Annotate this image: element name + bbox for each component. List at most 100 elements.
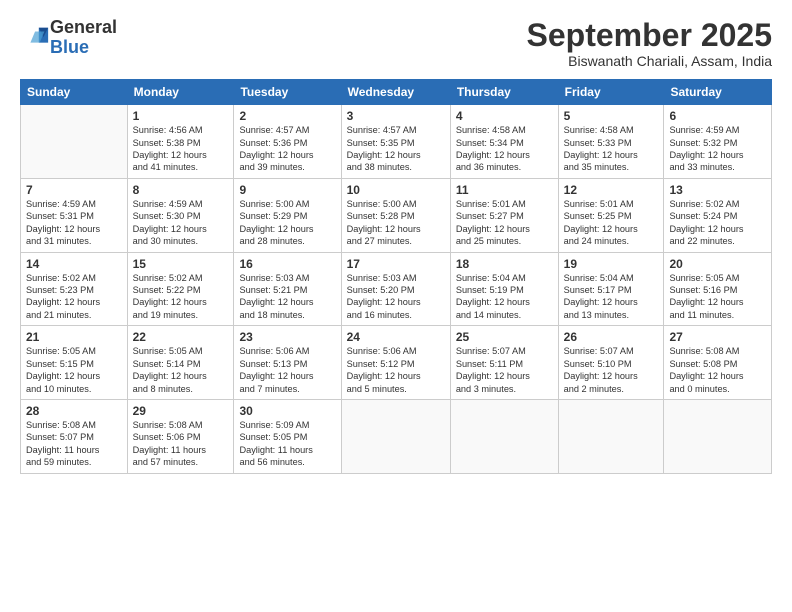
- day-number: 21: [26, 330, 122, 344]
- day-info: Sunrise: 4:57 AM Sunset: 5:36 PM Dayligh…: [239, 124, 335, 174]
- day-info: Sunrise: 4:59 AM Sunset: 5:31 PM Dayligh…: [26, 198, 122, 248]
- calendar-header-row: SundayMondayTuesdayWednesdayThursdayFrid…: [21, 80, 772, 105]
- day-info: Sunrise: 5:04 AM Sunset: 5:19 PM Dayligh…: [456, 272, 553, 322]
- calendar-week-3: 14Sunrise: 5:02 AM Sunset: 5:23 PM Dayli…: [21, 252, 772, 326]
- day-number: 29: [133, 404, 229, 418]
- logo: General Blue: [20, 18, 117, 58]
- calendar-cell: 5Sunrise: 4:58 AM Sunset: 5:33 PM Daylig…: [558, 105, 664, 179]
- calendar-cell: 8Sunrise: 4:59 AM Sunset: 5:30 PM Daylig…: [127, 178, 234, 252]
- month-title: September 2025: [527, 18, 772, 53]
- day-info: Sunrise: 4:58 AM Sunset: 5:34 PM Dayligh…: [456, 124, 553, 174]
- calendar-cell: 24Sunrise: 5:06 AM Sunset: 5:12 PM Dayli…: [341, 326, 450, 400]
- calendar-cell: 9Sunrise: 5:00 AM Sunset: 5:29 PM Daylig…: [234, 178, 341, 252]
- day-number: 19: [564, 257, 659, 271]
- day-info: Sunrise: 5:06 AM Sunset: 5:13 PM Dayligh…: [239, 345, 335, 395]
- calendar-cell: [341, 399, 450, 473]
- day-number: 25: [456, 330, 553, 344]
- calendar-cell: 14Sunrise: 5:02 AM Sunset: 5:23 PM Dayli…: [21, 252, 128, 326]
- calendar-cell: 1Sunrise: 4:56 AM Sunset: 5:38 PM Daylig…: [127, 105, 234, 179]
- calendar-cell: 6Sunrise: 4:59 AM Sunset: 5:32 PM Daylig…: [664, 105, 772, 179]
- header: General Blue September 2025 Biswanath Ch…: [20, 18, 772, 69]
- logo-text: General Blue: [50, 18, 117, 58]
- day-number: 13: [669, 183, 766, 197]
- day-number: 12: [564, 183, 659, 197]
- day-info: Sunrise: 5:08 AM Sunset: 5:08 PM Dayligh…: [669, 345, 766, 395]
- day-number: 1: [133, 109, 229, 123]
- day-info: Sunrise: 5:07 AM Sunset: 5:10 PM Dayligh…: [564, 345, 659, 395]
- day-info: Sunrise: 5:05 AM Sunset: 5:15 PM Dayligh…: [26, 345, 122, 395]
- calendar-cell: 10Sunrise: 5:00 AM Sunset: 5:28 PM Dayli…: [341, 178, 450, 252]
- day-info: Sunrise: 5:01 AM Sunset: 5:27 PM Dayligh…: [456, 198, 553, 248]
- day-info: Sunrise: 5:05 AM Sunset: 5:16 PM Dayligh…: [669, 272, 766, 322]
- day-info: Sunrise: 5:08 AM Sunset: 5:06 PM Dayligh…: [133, 419, 229, 469]
- calendar-cell: 2Sunrise: 4:57 AM Sunset: 5:36 PM Daylig…: [234, 105, 341, 179]
- calendar-week-4: 21Sunrise: 5:05 AM Sunset: 5:15 PM Dayli…: [21, 326, 772, 400]
- calendar-cell: 30Sunrise: 5:09 AM Sunset: 5:05 PM Dayli…: [234, 399, 341, 473]
- day-info: Sunrise: 5:02 AM Sunset: 5:23 PM Dayligh…: [26, 272, 122, 322]
- day-number: 15: [133, 257, 229, 271]
- calendar-cell: 7Sunrise: 4:59 AM Sunset: 5:31 PM Daylig…: [21, 178, 128, 252]
- calendar-cell: 27Sunrise: 5:08 AM Sunset: 5:08 PM Dayli…: [664, 326, 772, 400]
- day-header-sunday: Sunday: [21, 80, 128, 105]
- day-info: Sunrise: 4:58 AM Sunset: 5:33 PM Dayligh…: [564, 124, 659, 174]
- day-number: 3: [347, 109, 445, 123]
- day-number: 5: [564, 109, 659, 123]
- day-number: 8: [133, 183, 229, 197]
- day-number: 18: [456, 257, 553, 271]
- calendar-cell: 25Sunrise: 5:07 AM Sunset: 5:11 PM Dayli…: [450, 326, 558, 400]
- day-number: 26: [564, 330, 659, 344]
- day-info: Sunrise: 4:57 AM Sunset: 5:35 PM Dayligh…: [347, 124, 445, 174]
- day-header-monday: Monday: [127, 80, 234, 105]
- day-number: 2: [239, 109, 335, 123]
- day-info: Sunrise: 5:06 AM Sunset: 5:12 PM Dayligh…: [347, 345, 445, 395]
- day-info: Sunrise: 5:04 AM Sunset: 5:17 PM Dayligh…: [564, 272, 659, 322]
- calendar-cell: 28Sunrise: 5:08 AM Sunset: 5:07 PM Dayli…: [21, 399, 128, 473]
- calendar-week-2: 7Sunrise: 4:59 AM Sunset: 5:31 PM Daylig…: [21, 178, 772, 252]
- calendar-cell: 16Sunrise: 5:03 AM Sunset: 5:21 PM Dayli…: [234, 252, 341, 326]
- day-number: 4: [456, 109, 553, 123]
- day-number: 6: [669, 109, 766, 123]
- title-block: September 2025 Biswanath Chariali, Assam…: [527, 18, 772, 69]
- day-info: Sunrise: 5:00 AM Sunset: 5:28 PM Dayligh…: [347, 198, 445, 248]
- calendar-week-1: 1Sunrise: 4:56 AM Sunset: 5:38 PM Daylig…: [21, 105, 772, 179]
- day-number: 23: [239, 330, 335, 344]
- day-info: Sunrise: 5:08 AM Sunset: 5:07 PM Dayligh…: [26, 419, 122, 469]
- day-info: Sunrise: 5:03 AM Sunset: 5:21 PM Dayligh…: [239, 272, 335, 322]
- day-number: 16: [239, 257, 335, 271]
- logo-icon: [22, 24, 50, 52]
- calendar-cell: 11Sunrise: 5:01 AM Sunset: 5:27 PM Dayli…: [450, 178, 558, 252]
- calendar-page: General Blue September 2025 Biswanath Ch…: [0, 0, 792, 612]
- day-header-saturday: Saturday: [664, 80, 772, 105]
- day-number: 28: [26, 404, 122, 418]
- calendar-cell: 23Sunrise: 5:06 AM Sunset: 5:13 PM Dayli…: [234, 326, 341, 400]
- day-info: Sunrise: 5:00 AM Sunset: 5:29 PM Dayligh…: [239, 198, 335, 248]
- day-header-wednesday: Wednesday: [341, 80, 450, 105]
- day-header-tuesday: Tuesday: [234, 80, 341, 105]
- calendar-cell: [450, 399, 558, 473]
- calendar-cell: 22Sunrise: 5:05 AM Sunset: 5:14 PM Dayli…: [127, 326, 234, 400]
- calendar-cell: 4Sunrise: 4:58 AM Sunset: 5:34 PM Daylig…: [450, 105, 558, 179]
- day-info: Sunrise: 5:09 AM Sunset: 5:05 PM Dayligh…: [239, 419, 335, 469]
- calendar-table: SundayMondayTuesdayWednesdayThursdayFrid…: [20, 79, 772, 473]
- day-number: 10: [347, 183, 445, 197]
- calendar-cell: 21Sunrise: 5:05 AM Sunset: 5:15 PM Dayli…: [21, 326, 128, 400]
- calendar-cell: 26Sunrise: 5:07 AM Sunset: 5:10 PM Dayli…: [558, 326, 664, 400]
- calendar-cell: 13Sunrise: 5:02 AM Sunset: 5:24 PM Dayli…: [664, 178, 772, 252]
- day-header-friday: Friday: [558, 80, 664, 105]
- calendar-cell: [558, 399, 664, 473]
- day-info: Sunrise: 5:01 AM Sunset: 5:25 PM Dayligh…: [564, 198, 659, 248]
- calendar-cell: 20Sunrise: 5:05 AM Sunset: 5:16 PM Dayli…: [664, 252, 772, 326]
- location-subtitle: Biswanath Chariali, Assam, India: [527, 53, 772, 69]
- day-number: 7: [26, 183, 122, 197]
- day-number: 24: [347, 330, 445, 344]
- calendar-week-5: 28Sunrise: 5:08 AM Sunset: 5:07 PM Dayli…: [21, 399, 772, 473]
- day-info: Sunrise: 5:05 AM Sunset: 5:14 PM Dayligh…: [133, 345, 229, 395]
- day-number: 22: [133, 330, 229, 344]
- day-info: Sunrise: 4:59 AM Sunset: 5:30 PM Dayligh…: [133, 198, 229, 248]
- day-number: 20: [669, 257, 766, 271]
- day-number: 11: [456, 183, 553, 197]
- day-info: Sunrise: 5:02 AM Sunset: 5:24 PM Dayligh…: [669, 198, 766, 248]
- calendar-cell: [21, 105, 128, 179]
- calendar-cell: 29Sunrise: 5:08 AM Sunset: 5:06 PM Dayli…: [127, 399, 234, 473]
- calendar-cell: 19Sunrise: 5:04 AM Sunset: 5:17 PM Dayli…: [558, 252, 664, 326]
